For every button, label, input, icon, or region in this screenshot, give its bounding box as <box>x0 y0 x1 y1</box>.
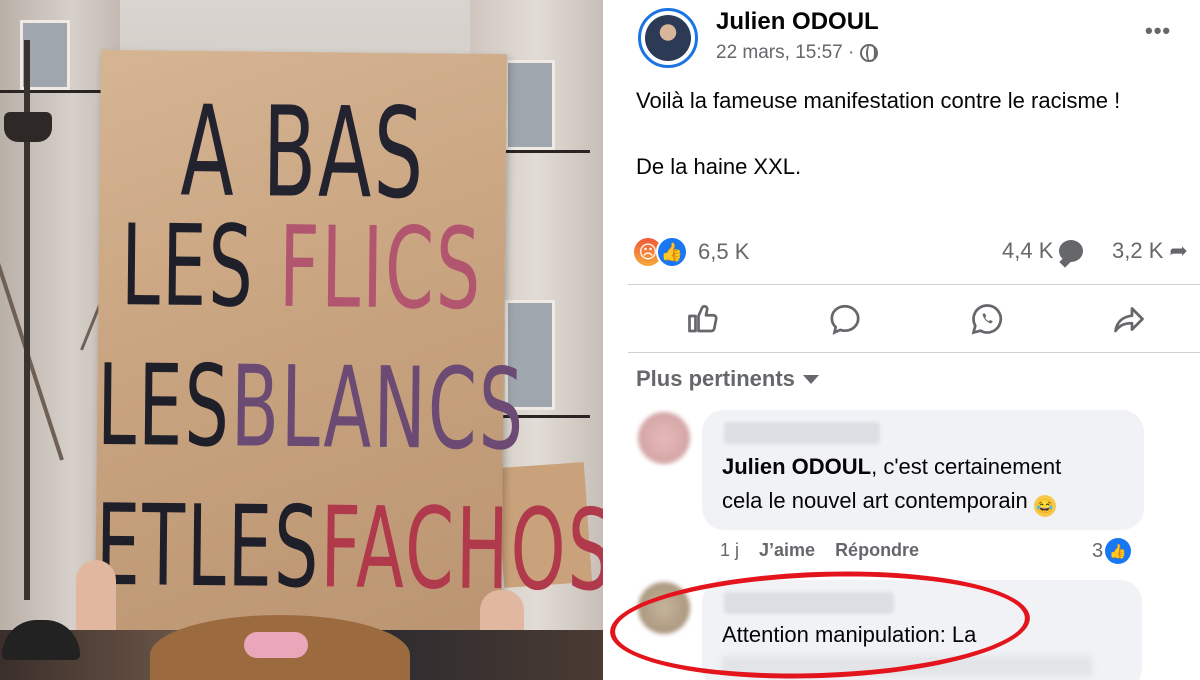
whatsapp-button[interactable] <box>962 296 1012 342</box>
share-icon <box>1114 307 1144 333</box>
comment-mention[interactable]: Julien ODOUL <box>722 454 871 479</box>
comments-count[interactable]: 4,4 K <box>1002 238 1084 264</box>
laughing-emoji-icon: 😂 <box>1033 495 1056 517</box>
protest-sign: A BAS LES FLICS LESBLANCS ETLESFACHOS <box>94 49 603 635</box>
author-name[interactable]: Julien ODOUL <box>716 8 879 36</box>
street-lamp <box>4 112 52 142</box>
sign-line-4: ETLESFACHOS <box>95 479 603 617</box>
filter-label: Plus pertinents <box>636 366 795 391</box>
comment-icon <box>830 304 860 335</box>
sign-text: LES <box>120 200 280 333</box>
comment-text: Julien ODOUL, c'est certainement cela le… <box>722 450 1061 518</box>
balcony <box>0 90 110 93</box>
post-text-line-1: Voilà la fameuse manifestation contre le… <box>636 88 1121 113</box>
comment-filter-dropdown[interactable]: Plus pertinents <box>636 366 819 392</box>
whatsapp-icon <box>971 304 1003 335</box>
like-reaction-icon: 👍 <box>1105 538 1132 564</box>
comment-age[interactable]: 1 j <box>720 540 739 561</box>
sign-text: FACHOS <box>319 482 603 617</box>
sign-line-3: LESBLANCS <box>96 339 526 476</box>
chevron-down-icon <box>802 374 819 384</box>
hidden-commenter-name <box>724 422 880 444</box>
comment-like-count[interactable]: 3 👍 <box>1092 538 1132 564</box>
author-avatar[interactable] <box>638 8 698 68</box>
globe-icon <box>860 44 879 62</box>
reactions-summary[interactable]: ☹ 👍 6,5 K <box>632 236 749 268</box>
shares-count-label: 3,2 K <box>1112 238 1164 263</box>
divider-line <box>628 284 1200 285</box>
face-mask <box>244 632 308 658</box>
reactions-count: 6,5 K <box>698 239 750 264</box>
comment-like-count-label: 3 <box>1092 539 1104 562</box>
like-reaction-icon: 👍 <box>656 236 688 268</box>
shares-count[interactable]: 3,2 K ➦ <box>1112 238 1195 264</box>
comment-button[interactable] <box>820 296 870 342</box>
sign-text: BLANCS <box>230 341 526 476</box>
comment-bubble: Julien ODOUL, c'est certainement cela le… <box>702 410 1144 530</box>
share-button[interactable] <box>1104 296 1154 342</box>
comment-reply-button[interactable]: Répondre <box>835 540 919 561</box>
window <box>505 60 555 150</box>
comment-text-part: , c'est certainement <box>871 454 1062 479</box>
post-timestamp[interactable]: 22 mars, 15:57 · <box>716 42 854 64</box>
sign-text: LES <box>96 339 232 473</box>
avatar <box>645 15 691 61</box>
commenter-avatar[interactable] <box>638 412 690 464</box>
comments-count-label: 4,4 K <box>1002 238 1054 263</box>
share-icon: ➦ <box>1169 238 1188 263</box>
more-options-icon[interactable]: ••• <box>1145 18 1171 44</box>
post-text-line-2: De la haine XXL. <box>636 154 802 179</box>
sign-text: FLICS <box>278 201 484 336</box>
divider <box>603 0 610 680</box>
post-meta: 22 mars, 15:57 · <box>716 42 879 64</box>
comment-actions: 1 j J’aime Répondre <box>720 540 919 561</box>
sign-text: ETLES <box>95 479 322 614</box>
thumbs-up-icon <box>688 304 718 333</box>
like-button[interactable] <box>678 296 728 342</box>
comment-icon <box>1059 240 1084 262</box>
sign-line-2: LES FLICS <box>98 200 505 335</box>
divider-line <box>628 352 1200 353</box>
facebook-post: Julien ODOUL 22 mars, 15:57 · ••• Voilà … <box>610 0 1200 680</box>
protest-photo: A BAS LES FLICS LESBLANCS ETLESFACHOS <box>0 0 603 680</box>
comment-like-button[interactable]: J’aime <box>759 540 815 561</box>
comment-text-part: cela le nouvel art contemporain <box>722 488 1028 513</box>
balcony <box>500 150 590 153</box>
